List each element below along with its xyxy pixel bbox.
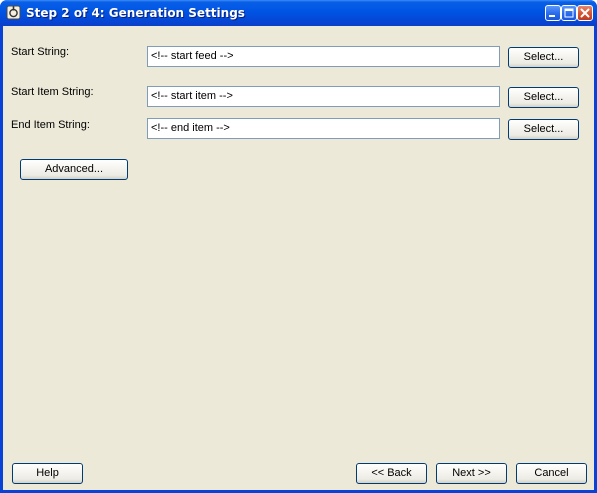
minimize-icon xyxy=(549,15,555,17)
app-icon[interactable] xyxy=(6,5,21,20)
client-area: Start String: <!-- start feed --> Select… xyxy=(3,26,594,490)
end-item-string-select-button[interactable]: Select... xyxy=(508,119,579,140)
maximize-button[interactable] xyxy=(561,5,577,21)
start-string-input[interactable]: <!-- start feed --> xyxy=(147,46,500,67)
cancel-button[interactable]: Cancel xyxy=(516,463,587,484)
title-bar[interactable]: Step 2 of 4: Generation Settings xyxy=(0,0,597,26)
next-button[interactable]: Next >> xyxy=(436,463,507,484)
close-icon xyxy=(580,8,590,18)
start-string-select-button[interactable]: Select... xyxy=(508,47,579,68)
end-item-string-input[interactable]: <!-- end item --> xyxy=(147,118,500,139)
minimize-button[interactable] xyxy=(545,5,561,21)
end-item-string-label: End Item String: xyxy=(11,119,90,131)
start-item-string-select-button[interactable]: Select... xyxy=(508,87,579,108)
maximize-icon xyxy=(564,8,574,18)
start-item-string-input[interactable]: <!-- start item --> xyxy=(147,86,500,107)
close-button[interactable] xyxy=(577,5,593,21)
start-string-label: Start String: xyxy=(11,46,70,58)
wizard-window: Step 2 of 4: Generation Settings Start S… xyxy=(0,0,597,493)
window-title: Step 2 of 4: Generation Settings xyxy=(26,6,245,20)
help-button[interactable]: Help xyxy=(12,463,83,484)
start-item-string-label: Start Item String: xyxy=(11,86,94,98)
advanced-button[interactable]: Advanced... xyxy=(20,159,128,180)
back-button[interactable]: << Back xyxy=(356,463,427,484)
